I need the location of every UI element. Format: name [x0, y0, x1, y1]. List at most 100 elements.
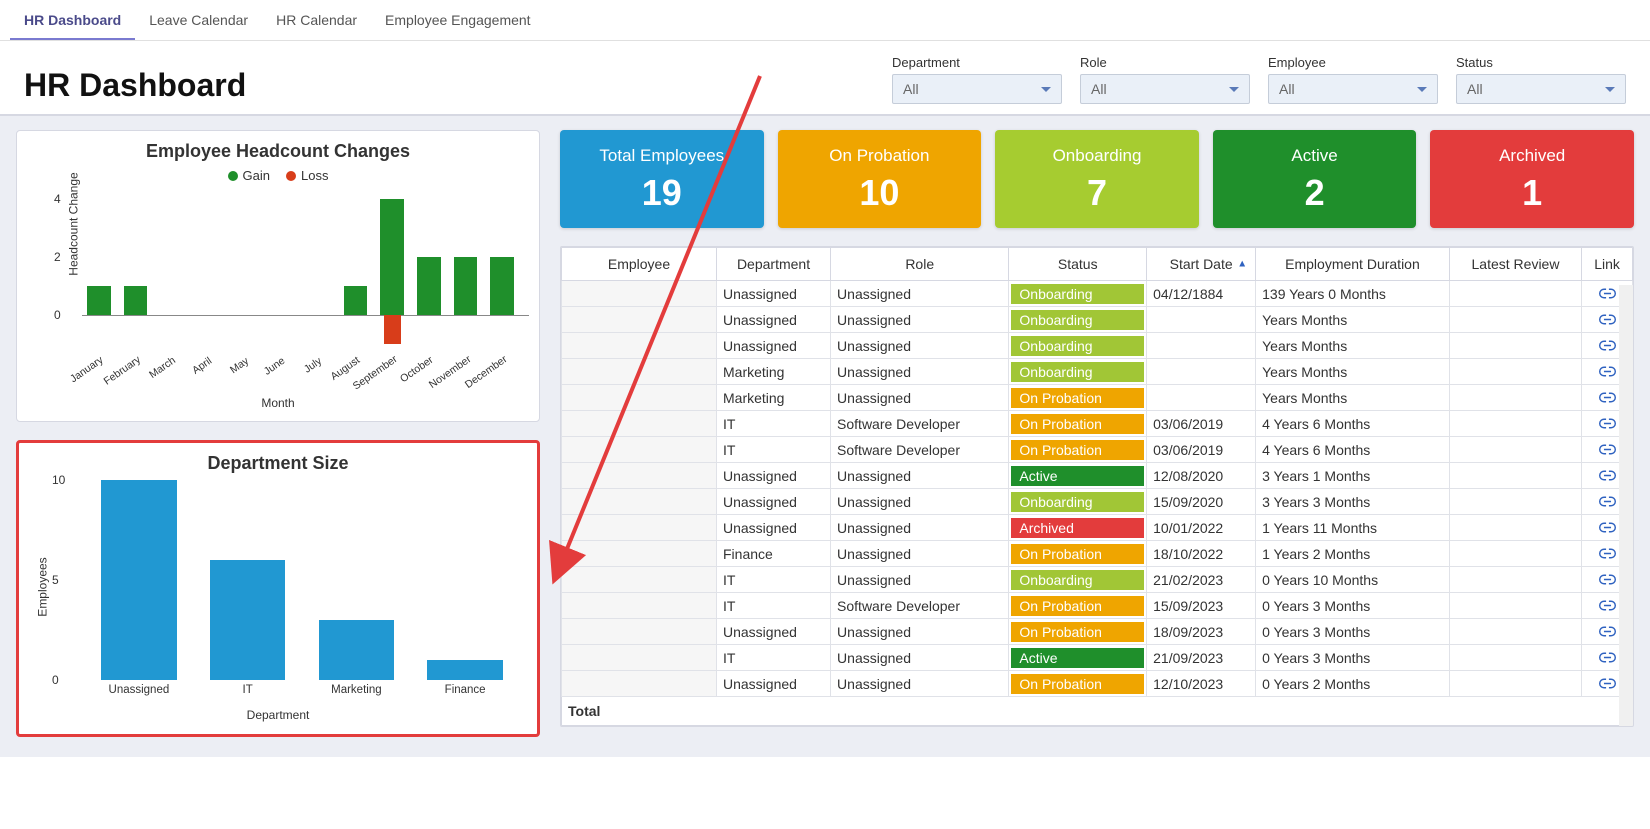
table-row[interactable]: ITSoftware DeveloperOn Probation03/06/20… [562, 437, 1633, 463]
cell-employee [562, 593, 717, 619]
table-row[interactable]: UnassignedUnassignedArchived10/01/20221 … [562, 515, 1633, 541]
card-total-employees[interactable]: Total Employees19 [560, 130, 764, 228]
cell-employee [562, 515, 717, 541]
col-employee[interactable]: Employee [562, 248, 717, 281]
table-row[interactable]: FinanceUnassignedOn Probation18/10/20221… [562, 541, 1633, 567]
cell-employee [562, 411, 717, 437]
cell: Years Months [1256, 333, 1450, 359]
x-tick: Finance [445, 684, 486, 696]
cell-employee [562, 333, 717, 359]
cell: 0 Years 2 Months [1256, 671, 1450, 697]
cell-status: On Probation [1009, 437, 1147, 463]
loss-bar [384, 315, 401, 344]
cell: 139 Years 0 Months [1256, 281, 1450, 307]
cell-status: On Probation [1009, 671, 1147, 697]
col-employment-duration[interactable]: Employment Duration [1256, 248, 1450, 281]
cell: 3 Years 3 Months [1256, 489, 1450, 515]
tab-hr-calendar[interactable]: HR Calendar [262, 0, 371, 40]
filter-select-status[interactable]: All [1456, 74, 1626, 104]
card-archived[interactable]: Archived1 [1430, 130, 1634, 228]
col-department[interactable]: Department [717, 248, 831, 281]
cell-status: Active [1009, 463, 1147, 489]
card-onboarding[interactable]: Onboarding7 [995, 130, 1199, 228]
bar-slot: November [449, 187, 483, 352]
x-axis-label: Month [261, 396, 294, 410]
col-role[interactable]: Role [831, 248, 1009, 281]
gain-bar [417, 257, 441, 315]
table-row[interactable]: UnassignedUnassignedOnboarding04/12/1884… [562, 281, 1633, 307]
card-active[interactable]: Active2 [1213, 130, 1417, 228]
cell: Unassigned [831, 333, 1009, 359]
cell-employee [562, 385, 717, 411]
cell: Unassigned [831, 619, 1009, 645]
chevron-down-icon [1041, 87, 1051, 92]
table-row[interactable]: UnassignedUnassignedOn Probation12/10/20… [562, 671, 1633, 697]
table-row[interactable]: ITUnassignedOnboarding21/02/20230 Years … [562, 567, 1633, 593]
tab-leave-calendar[interactable]: Leave Calendar [135, 0, 262, 40]
cell-status: On Probation [1009, 619, 1147, 645]
status-badge: On Probation [1011, 388, 1144, 408]
cell: 4 Years 6 Months [1256, 437, 1450, 463]
cell [1449, 567, 1581, 593]
cell-status: Onboarding [1009, 281, 1147, 307]
cell-employee [562, 463, 717, 489]
table-row[interactable]: ITSoftware DeveloperOn Probation15/09/20… [562, 593, 1633, 619]
table-row[interactable]: UnassignedUnassignedOn Probation18/09/20… [562, 619, 1633, 645]
table-row[interactable]: MarketingUnassignedOn ProbationYears Mon… [562, 385, 1633, 411]
cell: Unassigned [831, 515, 1009, 541]
scrollbar[interactable] [1619, 285, 1633, 726]
cell: IT [717, 437, 831, 463]
table-row[interactable]: ITUnassignedActive21/09/20230 Years 3 Mo… [562, 645, 1633, 671]
cell: Unassigned [831, 489, 1009, 515]
cell: IT [717, 411, 831, 437]
filters: DepartmentAllRoleAllEmployeeAllStatusAll [892, 55, 1626, 104]
status-badge: Onboarding [1011, 284, 1144, 304]
status-badge: Onboarding [1011, 362, 1144, 382]
filter-employee: EmployeeAll [1268, 55, 1438, 104]
link-icon [1599, 442, 1616, 458]
bar-slot: July [302, 187, 336, 352]
table-row[interactable]: UnassignedUnassignedOnboardingYears Mont… [562, 333, 1633, 359]
bar-slot: January [82, 187, 116, 352]
tab-employee-engagement[interactable]: Employee Engagement [371, 0, 545, 40]
col-start-date[interactable]: Start Date▲ [1147, 248, 1256, 281]
dept-bar [101, 480, 176, 680]
x-tick: Unassigned [109, 684, 170, 696]
cell: 21/02/2023 [1147, 567, 1256, 593]
cell-status: Onboarding [1009, 333, 1147, 359]
link-icon [1599, 494, 1616, 510]
table-row[interactable]: ITSoftware DeveloperOn Probation03/06/20… [562, 411, 1633, 437]
table-row[interactable]: UnassignedUnassignedOnboardingYears Mont… [562, 307, 1633, 333]
cell [1449, 645, 1581, 671]
col-status[interactable]: Status [1009, 248, 1147, 281]
gain-bar [87, 286, 111, 315]
cell [1449, 463, 1581, 489]
filter-status: StatusAll [1456, 55, 1626, 104]
filter-department: DepartmentAll [892, 55, 1062, 104]
x-axis-label: Department [247, 708, 310, 722]
gain-bar [490, 257, 514, 315]
cell-status: Archived [1009, 515, 1147, 541]
cell-employee [562, 489, 717, 515]
card-on-probation[interactable]: On Probation10 [778, 130, 982, 228]
link-icon [1599, 312, 1616, 328]
table-row[interactable]: UnassignedUnassignedActive12/08/20203 Ye… [562, 463, 1633, 489]
cell-employee [562, 619, 717, 645]
table-row[interactable]: UnassignedUnassignedOnboarding15/09/2020… [562, 489, 1633, 515]
tab-hr-dashboard[interactable]: HR Dashboard [10, 0, 135, 40]
cell: IT [717, 593, 831, 619]
cell: Marketing [717, 385, 831, 411]
cell: IT [717, 567, 831, 593]
col-link[interactable]: Link [1582, 248, 1633, 281]
chart-legend: Gain Loss [27, 168, 529, 183]
table-row[interactable]: MarketingUnassignedOnboardingYears Month… [562, 359, 1633, 385]
link-icon [1599, 364, 1616, 380]
filter-select-role[interactable]: All [1080, 74, 1250, 104]
filter-select-department[interactable]: All [892, 74, 1062, 104]
cell: 0 Years 3 Months [1256, 593, 1450, 619]
filter-select-employee[interactable]: All [1268, 74, 1438, 104]
bar-slot: Marketing [315, 480, 399, 680]
cell: Software Developer [831, 437, 1009, 463]
col-latest-review[interactable]: Latest Review [1449, 248, 1581, 281]
y-tick: 4 [54, 192, 61, 206]
